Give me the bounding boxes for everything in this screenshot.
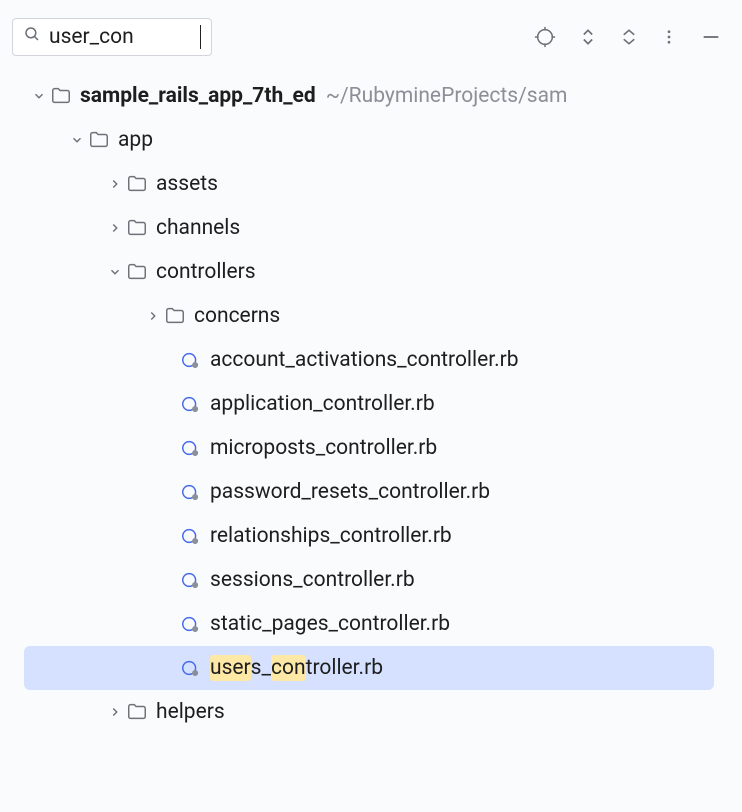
folder-controllers[interactable]: controllers bbox=[0, 250, 738, 294]
minimize-icon[interactable] bbox=[700, 26, 722, 48]
file-users[interactable]: users_controller.rb bbox=[24, 646, 714, 690]
file-label: sessions_controller.rb bbox=[210, 568, 415, 592]
folder-icon bbox=[126, 173, 148, 195]
folder-concerns[interactable]: concerns bbox=[0, 294, 738, 338]
folder-icon bbox=[164, 305, 186, 327]
search-input[interactable]: user_con bbox=[49, 25, 200, 49]
chevron-down-icon[interactable] bbox=[28, 89, 50, 103]
folder-label: app bbox=[118, 128, 153, 152]
more-icon[interactable] bbox=[660, 28, 678, 46]
search-icon bbox=[23, 25, 41, 49]
file-password-resets[interactable]: password_resets_controller.rb bbox=[0, 470, 738, 514]
file-label: microposts_controller.rb bbox=[210, 436, 437, 460]
project-name: sample_rails_app_7th_ed bbox=[80, 84, 316, 108]
folder-label: concerns bbox=[194, 304, 280, 328]
ruby-file-icon bbox=[180, 657, 202, 679]
file-static-pages[interactable]: static_pages_controller.rb bbox=[0, 602, 738, 646]
toolbar: user_con bbox=[0, 0, 742, 66]
folder-label: helpers bbox=[156, 700, 225, 724]
folder-assets[interactable]: assets bbox=[0, 162, 738, 206]
folder-label: assets bbox=[156, 172, 218, 196]
ruby-file-icon bbox=[180, 613, 202, 635]
expand-collapse-icon[interactable] bbox=[578, 27, 598, 47]
search-match: con bbox=[271, 655, 306, 681]
folder-label: controllers bbox=[156, 260, 256, 284]
project-tree: sample_rails_app_7th_ed ~/RubymineProjec… bbox=[0, 66, 742, 742]
folder-icon bbox=[126, 217, 148, 239]
file-label: relationships_controller.rb bbox=[210, 524, 452, 548]
ruby-file-icon bbox=[180, 481, 202, 503]
file-account-activations[interactable]: account_activations_controller.rb bbox=[0, 338, 738, 382]
file-label: application_controller.rb bbox=[210, 392, 435, 416]
chevron-down-icon[interactable] bbox=[66, 133, 88, 147]
file-label: users_controller.rb bbox=[210, 656, 383, 680]
folder-channels[interactable]: channels bbox=[0, 206, 738, 250]
chevron-right-icon[interactable] bbox=[142, 309, 164, 323]
ruby-file-icon bbox=[180, 437, 202, 459]
project-root[interactable]: sample_rails_app_7th_ed ~/RubymineProjec… bbox=[0, 74, 738, 118]
file-label: static_pages_controller.rb bbox=[210, 612, 450, 636]
chevron-right-icon[interactable] bbox=[104, 221, 126, 235]
toolbar-actions bbox=[534, 26, 730, 48]
file-application[interactable]: application_controller.rb bbox=[0, 382, 738, 426]
folder-label: channels bbox=[156, 216, 240, 240]
ruby-file-icon bbox=[180, 569, 202, 591]
folder-icon bbox=[88, 129, 110, 151]
ruby-file-icon bbox=[180, 525, 202, 547]
folder-icon bbox=[126, 701, 148, 723]
file-label: account_activations_controller.rb bbox=[210, 348, 519, 372]
ruby-file-icon bbox=[180, 393, 202, 415]
folder-helpers[interactable]: helpers bbox=[0, 690, 738, 734]
project-path: ~/RubymineProjects/sam bbox=[326, 84, 568, 108]
target-icon[interactable] bbox=[534, 26, 556, 48]
file-microposts[interactable]: microposts_controller.rb bbox=[0, 426, 738, 470]
ruby-file-icon bbox=[180, 349, 202, 371]
text-cursor bbox=[200, 25, 201, 49]
chevron-down-icon[interactable] bbox=[104, 265, 126, 279]
close-icon[interactable] bbox=[620, 28, 638, 46]
file-label: password_resets_controller.rb bbox=[210, 480, 490, 504]
file-relationships[interactable]: relationships_controller.rb bbox=[0, 514, 738, 558]
folder-app[interactable]: app bbox=[0, 118, 738, 162]
search-match: user bbox=[210, 655, 251, 681]
file-sessions[interactable]: sessions_controller.rb bbox=[0, 558, 738, 602]
chevron-right-icon[interactable] bbox=[104, 177, 126, 191]
chevron-right-icon[interactable] bbox=[104, 705, 126, 719]
folder-icon bbox=[126, 261, 148, 283]
folder-icon bbox=[50, 85, 72, 107]
search-box[interactable]: user_con bbox=[12, 18, 212, 56]
